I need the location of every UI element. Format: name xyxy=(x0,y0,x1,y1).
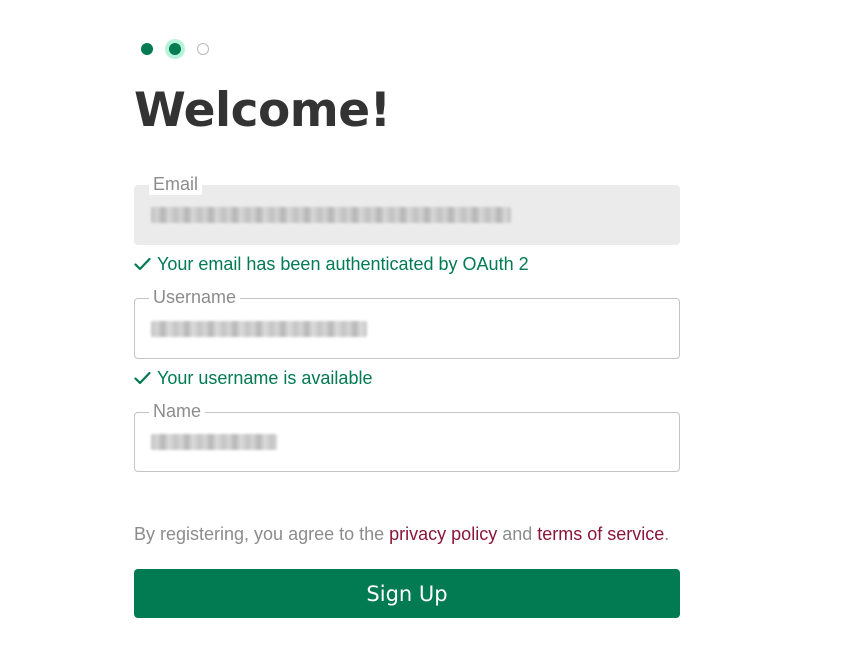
step-dot-current xyxy=(169,43,181,55)
agreement-suffix: . xyxy=(664,524,670,544)
step-dot-pending xyxy=(197,43,209,55)
email-label: Email xyxy=(149,173,203,195)
email-field: Email •••••••••••••••••••••••• xyxy=(134,173,680,245)
terms-agreement-text: By registering, you agree to the privacy… xyxy=(134,523,669,545)
terms-of-service-link[interactable]: terms of service xyxy=(537,524,664,544)
privacy-policy-link[interactable]: privacy policy xyxy=(389,524,497,544)
signup-page: Welcome! Email •••••••••••••••••••••••• … xyxy=(0,0,857,656)
checkmark-icon xyxy=(134,257,151,271)
username-input[interactable]: ••••••••••••••• xyxy=(151,318,246,340)
email-hint-text: Your email has been authenticated by OAu… xyxy=(157,254,529,274)
email-verified-hint: Your email has been authenticated by OAu… xyxy=(134,253,529,275)
name-input[interactable]: •••••••• xyxy=(151,431,201,453)
checkmark-icon xyxy=(134,371,151,385)
name-label: Name xyxy=(149,400,206,422)
agreement-middle: and xyxy=(497,524,538,544)
username-hint-text: Your username is available xyxy=(157,368,373,388)
sign-up-button[interactable]: Sign Up xyxy=(134,569,680,618)
username-available-hint: Your username is available xyxy=(134,367,372,389)
username-label: Username xyxy=(149,286,241,308)
step-dot-completed xyxy=(141,43,153,55)
page-title: Welcome! xyxy=(134,83,391,138)
agreement-prefix: By registering, you agree to the xyxy=(134,524,390,544)
username-field[interactable]: Username ••••••••••••••• xyxy=(134,286,680,359)
progress-steps xyxy=(134,36,224,62)
email-value: •••••••••••••••••••••••• xyxy=(151,204,302,226)
name-field[interactable]: Name •••••••• xyxy=(134,400,680,472)
